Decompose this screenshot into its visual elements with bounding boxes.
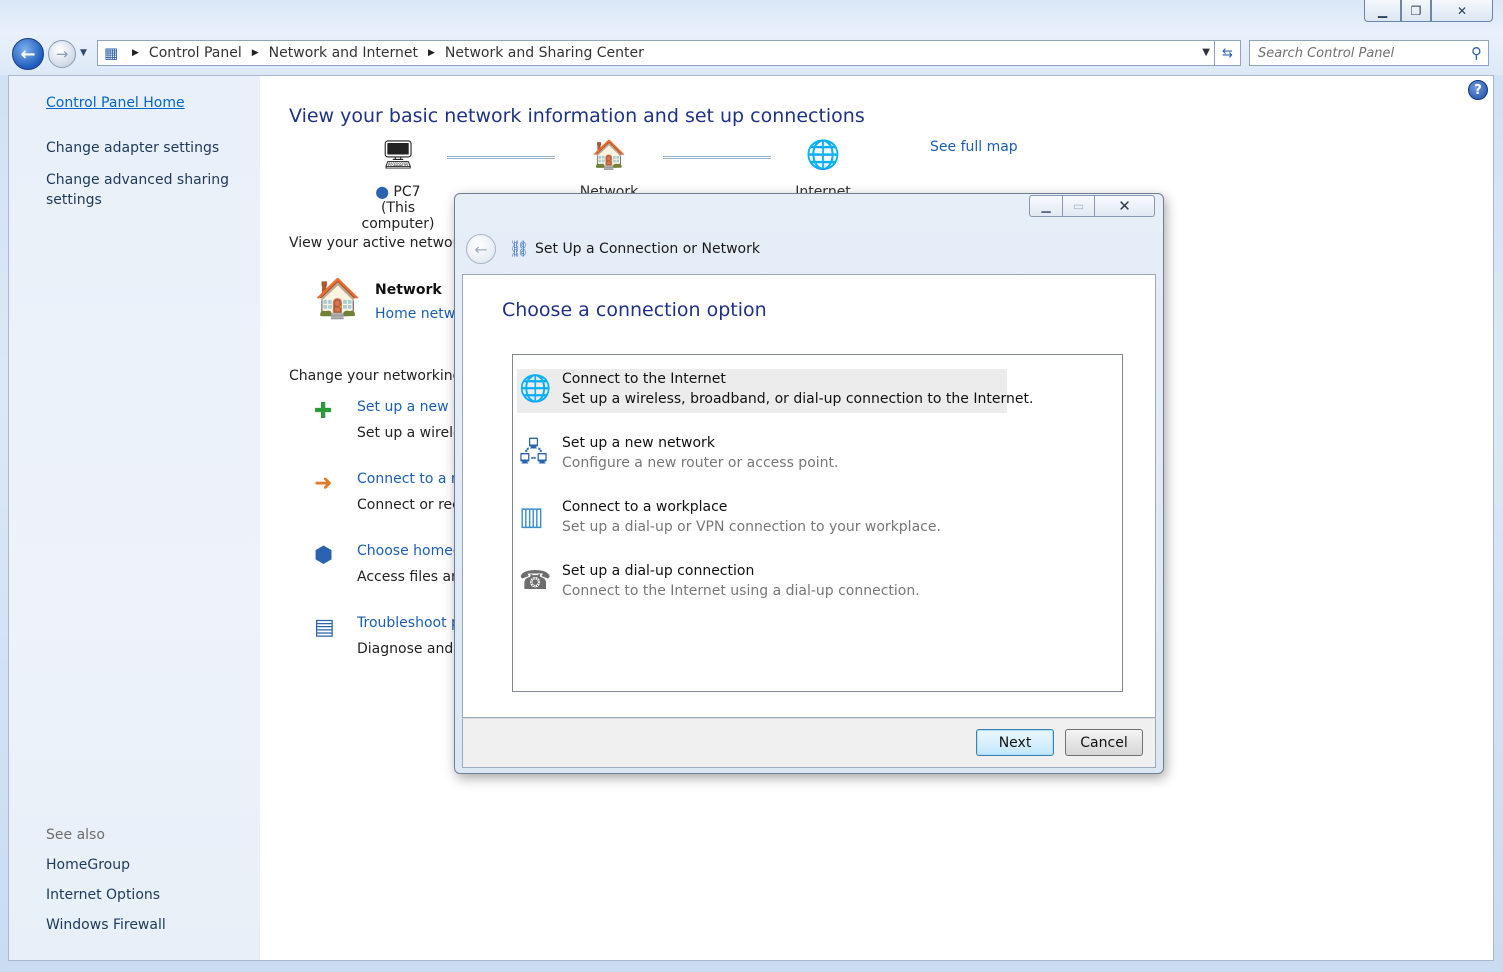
sidebar: Control Panel Home Change adapter settin… xyxy=(9,76,260,960)
breadcrumb-network-and-internet[interactable]: Network and Internet xyxy=(269,45,418,61)
computer-sub: (This computer) xyxy=(361,200,435,232)
connect-network-icon: ➜ xyxy=(314,471,333,496)
option-new-network[interactable]: 🖧 Set up a new network Configure a new r… xyxy=(517,433,1007,477)
map-network-node[interactable]: 🏠 Network xyxy=(559,138,659,200)
option-desc: Configure a new router or access point. xyxy=(562,455,839,471)
task-homegroup-link[interactable]: Choose homeg xyxy=(357,543,462,559)
home-network-icon: 🏠 xyxy=(314,276,362,320)
sidebar-windows-firewall[interactable]: Windows Firewall xyxy=(46,917,166,933)
task-connect-network-desc: Connect or rec xyxy=(357,497,460,513)
window-maximize-button[interactable]: ❐ xyxy=(1401,0,1431,22)
option-workplace[interactable]: ▥ Connect to a workplace Set up a dial-u… xyxy=(517,497,1007,541)
option-title: Connect to the Internet xyxy=(562,371,726,387)
setup-connection-icon: ✚ xyxy=(314,399,333,424)
option-dialup[interactable]: ☎ Set up a dial-up connection Connect to… xyxy=(517,561,1007,605)
dialog-title: Set Up a Connection or Network xyxy=(535,241,760,257)
close-icon: ✕ xyxy=(1456,3,1468,18)
page-title: View your basic network information and … xyxy=(289,105,865,127)
connection-option-list: 🌐 Connect to the Internet Set up a wirel… xyxy=(512,354,1123,692)
back-arrow-icon: ← xyxy=(20,43,36,65)
sidebar-control-panel-home[interactable]: Control Panel Home xyxy=(46,95,185,111)
window-minimize-button[interactable]: ▁ xyxy=(1364,0,1401,22)
homegroup-icon: ⬢ xyxy=(314,543,334,568)
refresh-button[interactable]: ⇆ xyxy=(1215,40,1241,66)
dialog-window-controls: ▁ ▭ ✕ xyxy=(1029,195,1155,217)
see-full-map-link[interactable]: See full map xyxy=(930,139,1018,155)
active-network-name: Network xyxy=(375,282,442,298)
change-settings-label: Change your networking xyxy=(289,368,462,384)
option-desc: Set up a dial-up or VPN connection to yo… xyxy=(562,519,941,535)
globe-icon: 🌐 xyxy=(805,138,841,171)
computer-icon: 🖥 xyxy=(380,138,416,171)
map-connector-line xyxy=(663,156,771,159)
computer-name: PC7 xyxy=(393,184,421,200)
refresh-icon: ⇆ xyxy=(1222,45,1233,61)
cancel-button[interactable]: Cancel xyxy=(1065,729,1143,756)
breadcrumb-arrow-icon[interactable]: ▶ xyxy=(132,48,139,58)
maximize-icon: ▭ xyxy=(1072,199,1085,213)
next-button[interactable]: Next xyxy=(976,729,1054,756)
back-button[interactable]: ← xyxy=(12,38,44,70)
active-networks-label: View your active network xyxy=(289,235,467,251)
map-computer-node: 🖥 ⬤ PC7 (This computer) xyxy=(343,138,453,232)
search-box[interactable]: ⚲ xyxy=(1249,40,1489,66)
task-troubleshoot-desc: Diagnose and r xyxy=(357,641,464,657)
close-icon: ✕ xyxy=(1118,197,1131,215)
dialog-minimize-button[interactable]: ▁ xyxy=(1029,195,1063,217)
dialog-close-button[interactable]: ✕ xyxy=(1095,195,1155,217)
dialog-body: Choose a connection option 🌐 Connect to … xyxy=(462,274,1156,718)
task-setup-connection-desc: Set up a wirele xyxy=(357,425,462,441)
option-desc: Set up a wireless, broadband, or dial-up… xyxy=(562,391,1034,407)
forward-button[interactable]: → xyxy=(48,40,76,68)
window-close-button[interactable]: ✕ xyxy=(1431,0,1493,22)
option-title: Set up a dial-up connection xyxy=(562,563,755,579)
task-troubleshoot-link[interactable]: Troubleshoot p xyxy=(357,615,460,631)
map-internet-node[interactable]: 🌐 Internet xyxy=(773,138,873,200)
sidebar-change-advanced-sharing[interactable]: Change advanced sharing settings xyxy=(46,170,236,210)
sidebar-change-adapter-settings[interactable]: Change adapter settings xyxy=(46,140,219,156)
homegroup-small-icon: ⬤ xyxy=(375,185,389,199)
breadcrumb-arrow-icon[interactable]: ▶ xyxy=(252,48,259,58)
option-title: Connect to a workplace xyxy=(562,499,728,515)
forward-arrow-icon: → xyxy=(55,45,69,63)
option-title: Set up a new network xyxy=(562,435,715,451)
breadcrumb-control-panel[interactable]: Control Panel xyxy=(149,45,242,61)
address-bar[interactable]: ▦ ▶ Control Panel ▶ Network and Internet… xyxy=(97,40,1215,66)
search-icon[interactable]: ⚲ xyxy=(1471,44,1482,62)
network-setup-icon: ⛓ xyxy=(509,239,530,258)
dialup-phone-icon: ☎ xyxy=(519,566,552,596)
address-dropdown-icon[interactable]: ▼ xyxy=(1202,47,1210,58)
task-homegroup-desc: Access files anc xyxy=(357,569,468,585)
house-icon: 🏠 xyxy=(591,138,627,171)
globe-connect-icon: 🌐 xyxy=(519,374,552,404)
search-input[interactable] xyxy=(1258,45,1458,61)
restore-icon: ❐ xyxy=(1410,3,1422,18)
task-setup-connection-link[interactable]: Set up a new c xyxy=(357,399,461,415)
breadcrumb-arrow-icon[interactable]: ▶ xyxy=(428,48,435,58)
dialog-back-button[interactable]: ← xyxy=(466,234,496,264)
option-desc: Connect to the Internet using a dial-up … xyxy=(562,583,920,599)
help-icon[interactable]: ? xyxy=(1468,80,1488,100)
workplace-icon: ▥ xyxy=(519,502,544,532)
breadcrumb-network-sharing-center[interactable]: Network and Sharing Center xyxy=(445,45,644,61)
task-connect-network-link[interactable]: Connect to a ne xyxy=(357,471,468,487)
sidebar-homegroup[interactable]: HomeGroup xyxy=(46,857,130,873)
dialog-heading: Choose a connection option xyxy=(502,299,767,321)
dialog-footer: Next Cancel xyxy=(462,718,1156,768)
option-connect-internet[interactable]: 🌐 Connect to the Internet Set up a wirel… xyxy=(517,369,1033,413)
recent-pages-dropdown[interactable]: ▼ xyxy=(80,48,87,58)
minimize-icon: ▁ xyxy=(1041,199,1051,213)
troubleshoot-icon: ▤ xyxy=(314,615,335,640)
dialog-maximize-button: ▭ xyxy=(1063,195,1095,217)
sidebar-internet-options[interactable]: Internet Options xyxy=(46,887,160,903)
setup-connection-dialog: ▁ ▭ ✕ ← ⛓ Set Up a Connection or Network… xyxy=(454,193,1164,774)
map-connector-line xyxy=(447,156,555,159)
back-arrow-icon: ← xyxy=(474,239,488,259)
control-panel-icon: ▦ xyxy=(104,44,119,62)
see-also-heading: See also xyxy=(46,827,105,843)
active-network-type-link[interactable]: Home netwo xyxy=(375,306,464,322)
new-network-icon: 🖧 xyxy=(519,438,548,468)
minimize-icon: ▁ xyxy=(1377,3,1388,18)
